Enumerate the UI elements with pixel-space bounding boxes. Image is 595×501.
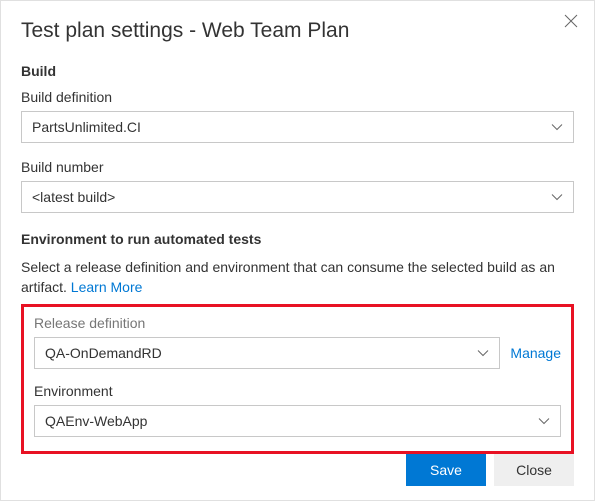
- build-number-select[interactable]: <latest build>: [21, 181, 574, 213]
- release-definition-select[interactable]: QA-OnDemandRD: [34, 337, 500, 369]
- save-button[interactable]: Save: [406, 454, 486, 486]
- environment-select[interactable]: QAEnv-WebApp: [34, 405, 561, 437]
- build-definition-select[interactable]: PartsUnlimited.CI: [21, 111, 574, 143]
- build-number-label: Build number: [21, 159, 574, 175]
- close-icon[interactable]: [564, 13, 578, 31]
- release-definition-value: QA-OnDemandRD: [45, 338, 162, 368]
- build-definition-value: PartsUnlimited.CI: [32, 112, 141, 142]
- dialog-footer: Save Close: [406, 454, 574, 486]
- learn-more-link[interactable]: Learn More: [71, 279, 143, 295]
- build-definition-label: Build definition: [21, 89, 574, 105]
- build-number-value: <latest build>: [32, 182, 115, 212]
- environment-description: Select a release definition and environm…: [21, 257, 574, 298]
- environment-label: Environment: [34, 383, 561, 399]
- chevron-down-icon: [538, 417, 550, 425]
- dialog-title: Test plan settings - Web Team Plan: [21, 19, 574, 43]
- environment-section-header: Environment to run automated tests: [21, 231, 574, 247]
- chevron-down-icon: [477, 349, 489, 357]
- environment-value: QAEnv-WebApp: [45, 406, 147, 436]
- chevron-down-icon: [551, 193, 563, 201]
- release-definition-label: Release definition: [34, 315, 561, 331]
- test-plan-settings-dialog: Test plan settings - Web Team Plan Build…: [0, 0, 595, 501]
- build-section-header: Build: [21, 63, 574, 79]
- chevron-down-icon: [551, 123, 563, 131]
- manage-link[interactable]: Manage: [510, 345, 561, 361]
- release-definition-highlight: Release definition QA-OnDemandRD Manage …: [21, 304, 574, 454]
- close-button[interactable]: Close: [494, 454, 574, 486]
